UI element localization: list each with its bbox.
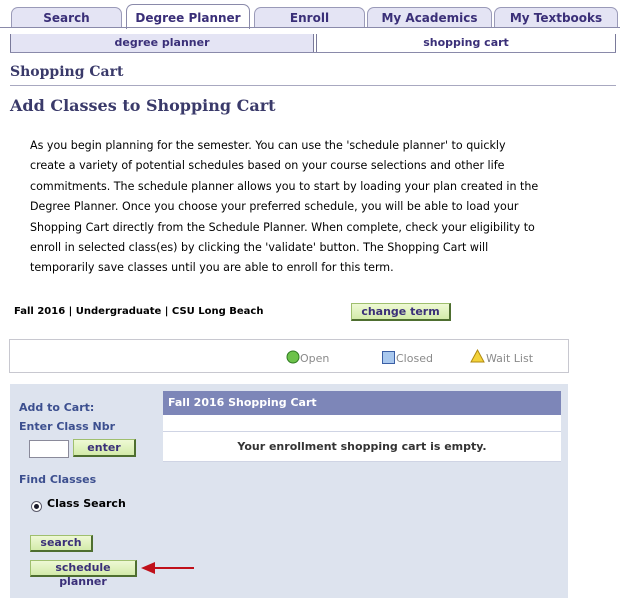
intro-line: Degree Planner. Once you choose your pre…: [30, 200, 519, 214]
tab-my-academics[interactable]: My Academics: [367, 7, 492, 28]
tab-divider: [0, 27, 620, 28]
tab-degree-planner[interactable]: Degree Planner: [126, 4, 250, 29]
term-label: Fall 2016 | Undergraduate | CSU Long Bea…: [14, 306, 264, 317]
find-classes-label: Find Classes: [19, 473, 97, 486]
intro-line: Shopping Cart directly from the Schedule…: [30, 220, 535, 234]
subtab-divider: [10, 52, 616, 53]
open-status-icon: [286, 350, 300, 364]
legend-wait-list-label: Wait List: [486, 352, 534, 365]
shopping-cart-empty-message: Your enrollment shopping cart is empty.: [163, 432, 561, 462]
schedule-planner-button[interactable]: schedule planner: [30, 560, 137, 588]
subtab-degree-planner[interactable]: degree planner: [10, 34, 314, 52]
title-divider: [10, 85, 616, 86]
wait-list-status-icon: [470, 349, 485, 363]
shopping-cart-header: Fall 2016 Shopping Cart: [163, 391, 561, 415]
page-title: Shopping Cart: [10, 64, 124, 80]
class-nbr-input[interactable]: [29, 440, 69, 458]
intro-line: create a variety of potential schedules …: [30, 159, 505, 173]
main-tab-bar: Search Degree Planner Enroll My Academic…: [0, 4, 620, 29]
enter-class-nbr-label: Enter Class Nbr: [19, 420, 116, 433]
subtab-shopping-cart[interactable]: shopping cart: [316, 34, 616, 52]
closed-status-icon: [382, 351, 395, 364]
status-legend: Open Closed Wait List: [9, 339, 569, 373]
tab-enroll[interactable]: Enroll: [254, 7, 365, 28]
legend-open-label: Open: [300, 352, 330, 365]
intro-text: As you begin planning for the semester. …: [30, 136, 558, 279]
intro-line: commitments. The schedule planner allows…: [30, 179, 539, 193]
shopping-cart-column-header: [163, 415, 561, 432]
intro-line: temporarily save classes until you are a…: [30, 261, 394, 275]
legend-closed-label: Closed: [396, 352, 433, 365]
section-title: Add Classes to Shopping Cart: [10, 96, 276, 115]
search-button[interactable]: search: [30, 535, 93, 552]
enter-button[interactable]: enter: [73, 439, 136, 457]
intro-line: As you begin planning for the semester. …: [30, 139, 506, 152]
class-search-label: Class Search: [47, 497, 126, 510]
tab-my-textbooks[interactable]: My Textbooks: [494, 7, 618, 28]
intro-line: enroll in selected class(es) by clicking…: [30, 241, 489, 255]
tab-search[interactable]: Search: [11, 7, 122, 28]
class-search-radio[interactable]: [31, 501, 42, 512]
arrow-indicator-icon: [141, 562, 194, 574]
add-to-cart-heading: Add to Cart:: [19, 401, 95, 414]
change-term-button[interactable]: change term: [351, 303, 451, 321]
